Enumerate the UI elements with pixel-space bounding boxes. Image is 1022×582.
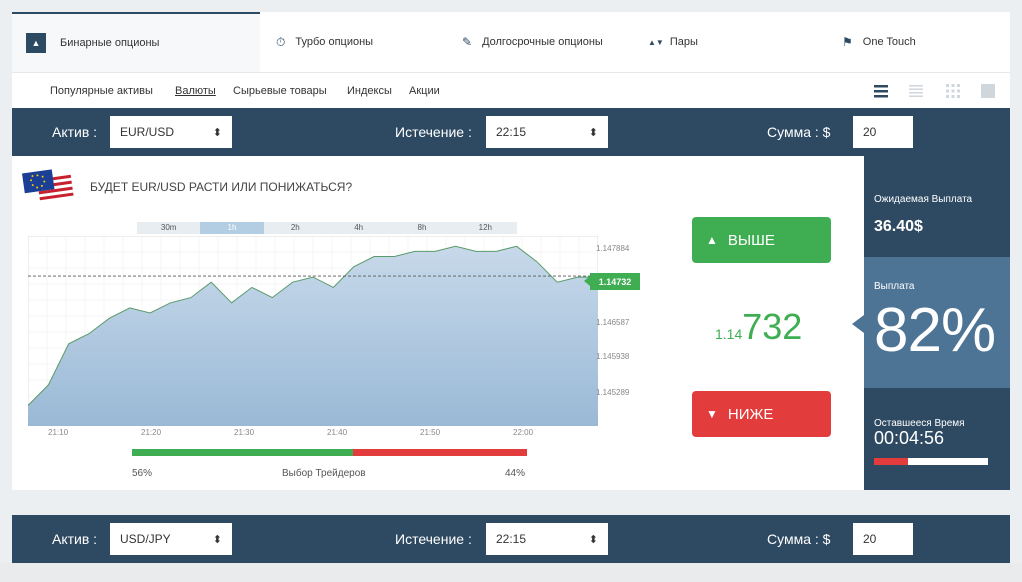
edit-icon: ✎	[462, 35, 473, 49]
current-price-tag: 1.14732	[584, 273, 640, 290]
current-price-prefix: 1.14	[715, 326, 743, 342]
category-bar: ▲ Бинарные опционы ⏱ Турбо опционы ✎ Дол…	[12, 12, 1010, 72]
amount-value: 20	[863, 532, 877, 546]
triangle-down-icon: ▼	[706, 407, 718, 421]
x-tick: 21:50	[420, 428, 441, 437]
y-tick: 1.145289	[596, 388, 630, 397]
put-label: НИЖЕ	[727, 405, 774, 423]
tab-label: Долгосрочные опционы	[482, 36, 603, 48]
expiry-select[interactable]: 22:15 ⬍	[486, 116, 608, 148]
expected-payout-label: Ожидаемая Выплата	[874, 194, 973, 205]
amount-label: Сумма : $	[767, 531, 831, 547]
put-button[interactable]: ▼ НИЖЕ	[692, 391, 831, 437]
sentiment-down-pct: 44%	[505, 468, 526, 479]
amount-label: Сумма : $	[767, 124, 831, 140]
tf-30m[interactable]: 30m	[137, 222, 200, 234]
sentiment-up-bar	[132, 449, 354, 456]
time-progress-bar	[874, 458, 988, 465]
amount-value: 20	[863, 125, 877, 139]
asset-value: EUR/USD	[120, 125, 175, 139]
stopwatch-icon: ⏱	[276, 34, 286, 49]
time-remaining-box: Оставшееся Время 00:04:56	[864, 388, 1010, 490]
current-price: 1.14 732	[715, 306, 802, 348]
question-text: БУДЕТ EUR/USD РАСТИ ИЛИ ПОНИЖАТЬСЯ?	[90, 180, 353, 194]
select-arrows-icon: ⬍	[212, 126, 222, 139]
timeframe-tabs: 30m 1h 2h 4h 8h 12h	[137, 222, 517, 234]
trade-controls-row: Актив : EUR/USD ⬍ Истечение : 22:15 ⬍ Су…	[12, 108, 1010, 156]
triangle-up-icon: ▲	[706, 233, 718, 247]
asset-select[interactable]: EUR/USD ⬍	[110, 116, 232, 148]
amount-input[interactable]: 20	[853, 523, 913, 555]
call-label: ВЫШЕ	[727, 231, 775, 249]
payout-label: Выплата	[874, 281, 915, 292]
eur-usd-flag-icon	[22, 169, 74, 202]
expected-payout-value: 36.40$	[874, 218, 923, 235]
tab-label: Турбо опционы	[295, 36, 374, 48]
subtab-stocks[interactable]: Акции	[409, 85, 440, 97]
select-arrows-icon: ⬍	[588, 533, 598, 546]
x-tick: 21:10	[48, 428, 69, 437]
select-arrows-icon: ⬍	[212, 533, 222, 546]
price-chart	[28, 236, 598, 426]
page-footer-strip	[0, 563, 1022, 582]
tf-2h[interactable]: 2h	[264, 222, 327, 234]
asset-value: USD/JPY	[120, 532, 171, 546]
asset-select[interactable]: USD/JPY ⬍	[110, 523, 232, 555]
subtab-indices[interactable]: Индексы	[347, 85, 392, 97]
tf-8h[interactable]: 8h	[390, 222, 453, 234]
flag-icon: ⚑	[842, 35, 853, 49]
x-tick: 21:40	[327, 428, 348, 437]
y-tick: 1.147884	[596, 244, 630, 253]
trade-panel: БУДЕТ EUR/USD РАСТИ ИЛИ ПОНИЖАТЬСЯ? 30m …	[12, 156, 864, 490]
asset-label: Актив :	[52, 531, 98, 547]
subtab-popular[interactable]: Популярные активы	[50, 85, 153, 97]
sentiment-up-pct: 56%	[132, 468, 153, 479]
pair-arrows-icon: ▲▼	[648, 37, 664, 47]
payout-value: 82%	[874, 296, 996, 365]
asset-category-bar: Популярные активы Валюты Сырьевые товары…	[12, 72, 1010, 108]
expiry-value: 22:15	[496, 532, 527, 546]
compact-list-icon[interactable]	[909, 84, 923, 98]
sentiment-down-bar	[353, 449, 527, 456]
tab-one-touch[interactable]: ⚑ One Touch	[842, 12, 916, 72]
y-tick: 1.146587	[596, 318, 630, 327]
x-tick: 21:30	[234, 428, 255, 437]
y-tick: 1.145938	[596, 352, 630, 361]
tf-12h[interactable]: 12h	[454, 222, 517, 234]
amount-input[interactable]: 20	[853, 116, 913, 148]
trade-controls-row: Актив : USD/JPY ⬍ Истечение : 22:15 ⬍ Су…	[12, 515, 1010, 563]
tab-label: Бинарные опционы	[60, 37, 160, 49]
expected-payout-box: Ожидаемая Выплата 36.40$	[864, 156, 1010, 257]
subtab-currencies[interactable]: Валюты	[175, 85, 216, 97]
payout-box: Выплата 82%	[852, 257, 1010, 388]
single-icon[interactable]	[981, 84, 995, 98]
expiry-value: 22:15	[496, 125, 527, 139]
current-price-suffix: 732	[742, 306, 803, 347]
tf-1h[interactable]: 1h	[200, 222, 264, 234]
subtab-commodities[interactable]: Сырьевые товары	[233, 85, 327, 97]
expiry-label: Истечение :	[395, 531, 472, 547]
grid-icon[interactable]	[946, 84, 960, 98]
x-tick: 21:20	[141, 428, 162, 437]
list-icon[interactable]	[874, 84, 888, 98]
tab-label: One Touch	[862, 36, 916, 48]
tab-binary-options[interactable]: ▲ Бинарные опционы	[12, 12, 260, 72]
updown-icon: ▲	[26, 33, 46, 53]
select-arrows-icon: ⬍	[588, 126, 598, 139]
x-tick: 22:00	[513, 428, 534, 437]
tab-turbo-options[interactable]: ⏱ Турбо опционы	[276, 12, 373, 72]
tab-label: Пары	[669, 36, 698, 48]
time-remaining-value: 00:04:56	[874, 428, 945, 448]
time-progress-fill	[874, 458, 909, 465]
tab-pairs[interactable]: ▲▼ Пары	[648, 12, 698, 72]
sentiment-label: Выбор Трейдеров	[282, 468, 366, 479]
tf-4h[interactable]: 4h	[327, 222, 390, 234]
call-button[interactable]: ▲ ВЫШЕ	[692, 217, 831, 263]
expiry-label: Истечение :	[395, 124, 472, 140]
asset-label: Актив :	[52, 124, 98, 140]
tab-long-term-options[interactable]: ✎ Долгосрочные опционы	[462, 12, 603, 72]
expiry-select[interactable]: 22:15 ⬍	[486, 523, 608, 555]
